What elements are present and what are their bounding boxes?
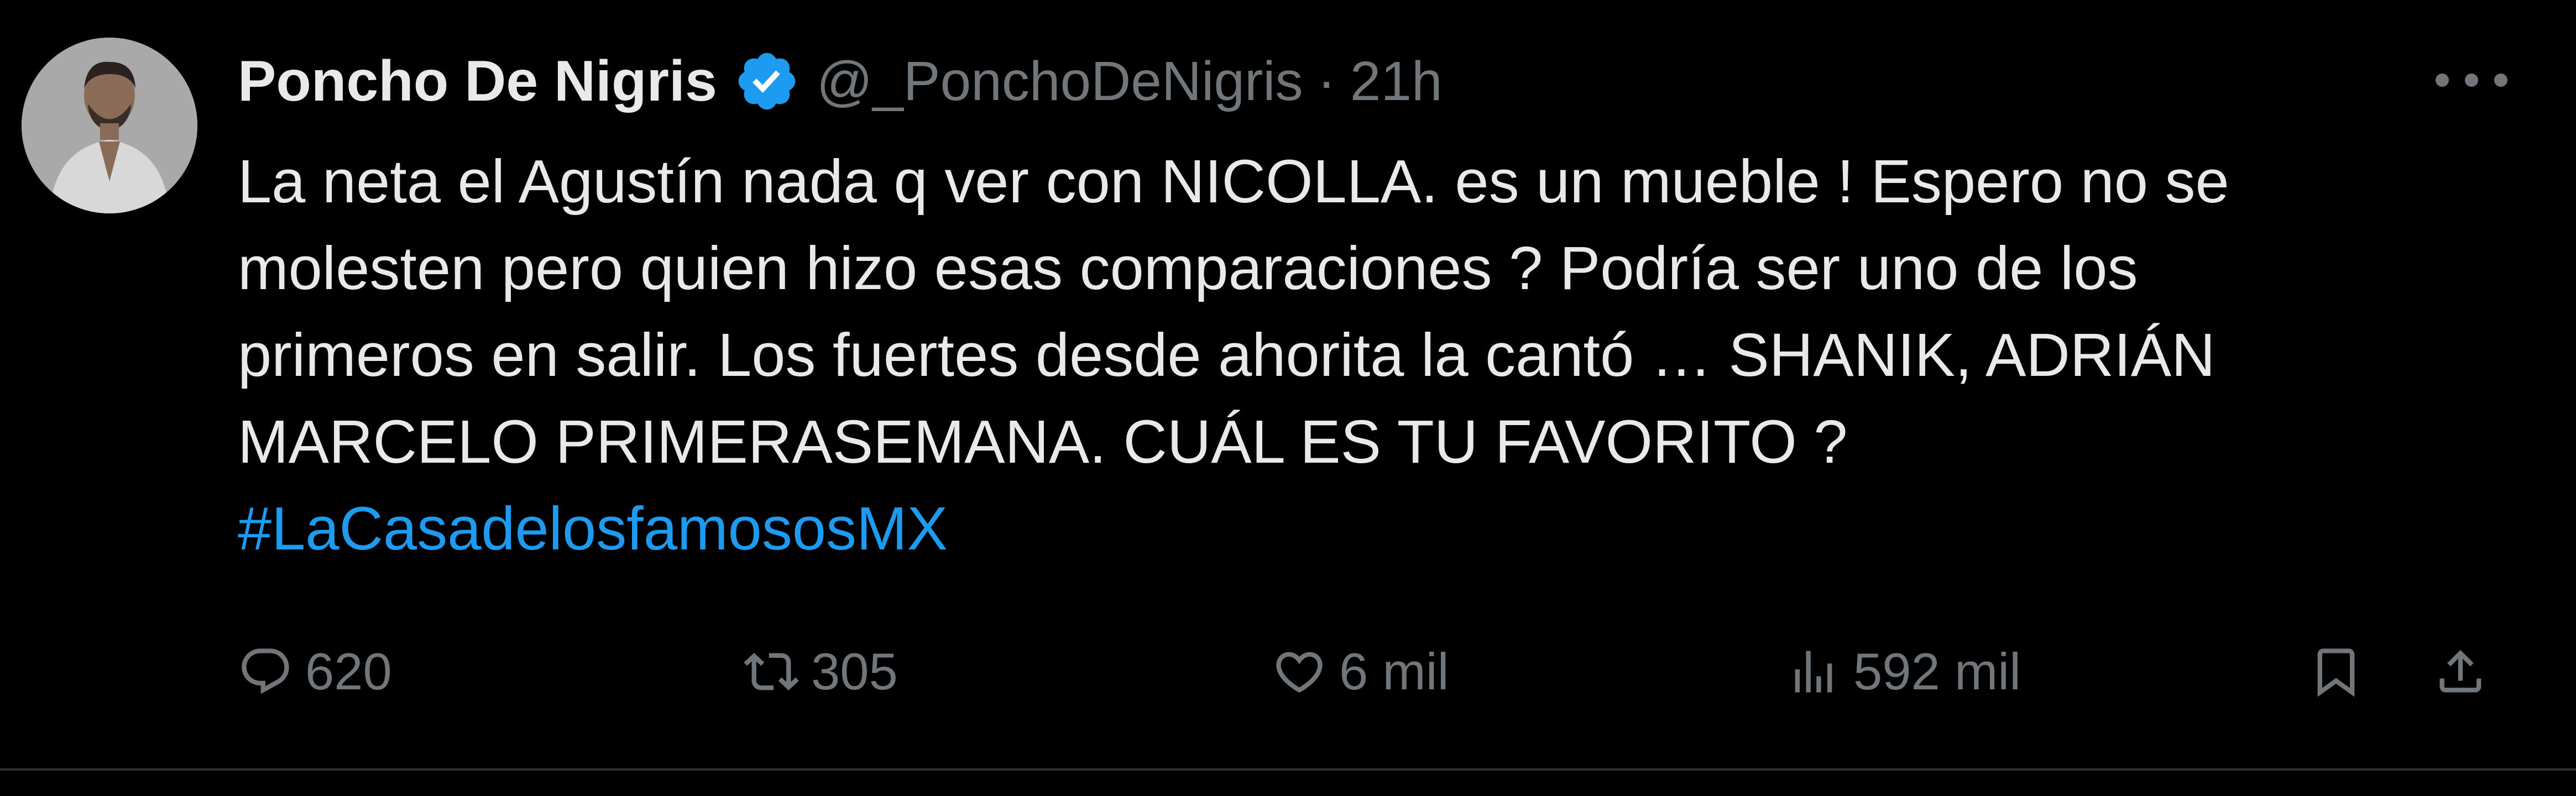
like-count: 6 mil <box>1339 642 1449 700</box>
divider <box>0 768 2576 771</box>
views-button[interactable]: 592 mil <box>1786 636 2021 708</box>
tweet[interactable]: Poncho De Nigris @_PonchoDeNigris · 21h … <box>0 0 2576 796</box>
more-icon[interactable] <box>2436 55 2507 105</box>
views-count: 592 mil <box>1853 642 2021 700</box>
more-dot <box>2465 74 2478 87</box>
more-dot <box>2494 74 2507 87</box>
tweet-text-line: molesten pero quien hizo esas comparacio… <box>238 234 2138 302</box>
avatar[interactable] <box>22 38 197 213</box>
reply-icon <box>242 648 289 694</box>
retweet-icon <box>744 653 799 690</box>
views-icon <box>1795 651 1832 693</box>
author-handle[interactable]: @_PonchoDeNigris <box>817 50 1303 113</box>
bookmark-button[interactable] <box>2308 636 2364 708</box>
verified-badge-icon[interactable] <box>734 48 800 114</box>
retweet-count: 305 <box>811 642 898 700</box>
reply-count: 620 <box>305 642 392 700</box>
tweet-actions: 620 305 6 mil 592 mil <box>0 636 2576 708</box>
share-icon <box>2439 650 2481 693</box>
share-button[interactable] <box>2433 636 2488 708</box>
tweet-text-line: MARCELO PRIMERASEMANA. CUÁL ES TU FAVORI… <box>238 408 1848 476</box>
author-name[interactable]: Poncho De Nigris <box>238 49 717 114</box>
more-dot <box>2436 74 2449 87</box>
reply-button[interactable]: 620 <box>238 636 392 708</box>
tweet-text: La neta el Agustín nada q ver con NICOLL… <box>238 138 2505 572</box>
bookmark-icon <box>2317 648 2355 697</box>
like-icon <box>1276 652 1323 693</box>
separator-dot: · <box>1317 50 1336 112</box>
hashtag-link[interactable]: #LaCasadelosfamososMX <box>238 485 2505 572</box>
like-button[interactable]: 6 mil <box>1272 636 1449 708</box>
retweet-button[interactable]: 305 <box>744 636 898 708</box>
tweet-text-line: La neta el Agustín nada q ver con NICOLL… <box>238 148 2229 216</box>
tweet-text-line: primeros en salir. Los fuertes desde aho… <box>238 321 2216 389</box>
tweet-header: Poncho De Nigris @_PonchoDeNigris · 21h <box>238 40 1443 123</box>
timestamp[interactable]: 21h <box>1350 50 1443 113</box>
